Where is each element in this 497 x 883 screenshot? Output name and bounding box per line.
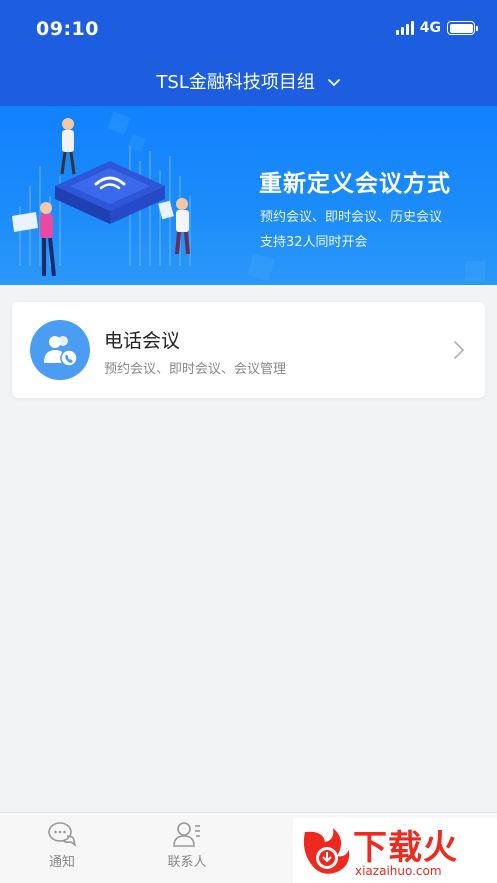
watermark: 下载火 xiazaihuo.com [293,818,497,883]
tab-label: 联系人 [167,855,207,870]
card-title: 电话会议 [104,330,181,352]
chat-bubble-icon [48,822,77,847]
status-time: 09:10 [36,18,99,40]
tab-contacts[interactable]: 联系人 [147,821,227,870]
card-subtitle: 预约会议、即时会议、会议管理 [104,362,287,377]
group-selector[interactable]: TSL金融科技项目组 [0,68,497,94]
tab-notifications[interactable]: 通知 [22,821,102,870]
status-indicators: 4G [395,20,478,36]
phone-contacts-icon [30,320,90,380]
watermark-url: xiazaihuo.com [355,864,442,878]
flame-logo-icon [303,828,350,874]
banner-capacity-line: 支持32人同时开会 [260,235,368,250]
network-type: 4G [419,20,441,36]
tab-label: 通知 [48,855,75,870]
battery-icon [447,21,478,35]
chevron-down-icon [327,79,340,86]
promo-banner[interactable]: 重新定义会议方式 预约会议、即时会议、历史会议 支持32人同时开会 [0,106,497,285]
banner-feature-line: 预约会议、即时会议、历史会议 [260,210,443,225]
banner-title: 重新定义会议方式 [259,171,451,197]
contact-icon [173,822,200,847]
group-title: TSL金融科技项目组 [156,72,315,93]
signal-icon [395,21,414,35]
watermark-text: 下载火 [353,828,458,868]
app-header: 09:10 4G TSL金融科技项目组 [0,0,497,106]
phone-meeting-card[interactable]: 电话会议 预约会议、即时会议、会议管理 [12,302,485,398]
chevron-right-icon [454,341,464,359]
